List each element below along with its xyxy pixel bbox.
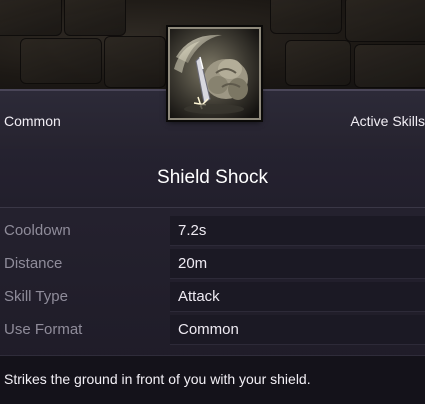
stat-label: Cooldown xyxy=(4,222,71,239)
stat-value-cell: 20m xyxy=(170,249,425,279)
stat-label: Distance xyxy=(4,255,63,272)
stat-value-cell: 7.2s xyxy=(170,216,425,246)
stat-value: 7.2s xyxy=(178,222,207,239)
stat-row-cooldown: Cooldown 7.2s xyxy=(0,214,425,247)
skill-stats-table: Cooldown 7.2s Distance 20m Skill Type At… xyxy=(0,214,425,346)
stat-row-distance: Distance 20m xyxy=(0,247,425,280)
skill-tooltip-panel: Common Active Skills Shield Shock Cooldo… xyxy=(0,89,425,404)
skill-name: Shield Shock xyxy=(0,149,425,208)
stat-row-use-format: Use Format Common xyxy=(0,313,425,346)
skill-description-text: Strikes the ground in front of you with … xyxy=(4,371,311,387)
stat-label: Use Format xyxy=(4,321,83,338)
category-label: Active Skills xyxy=(350,113,425,129)
rarity-label: Common xyxy=(4,113,61,129)
stat-value-cell: Common xyxy=(170,315,425,345)
shield-shock-skill-icon xyxy=(170,29,259,118)
stat-value: Attack xyxy=(178,288,220,305)
stat-value: Common xyxy=(178,321,239,338)
stat-value: 20m xyxy=(178,255,208,272)
stat-label: Skill Type xyxy=(4,288,68,305)
stat-row-skill-type: Skill Type Attack xyxy=(0,280,425,313)
skill-icon-frame xyxy=(168,27,261,120)
stat-value-cell: Attack xyxy=(170,282,425,312)
skill-description: Strikes the ground in front of you with … xyxy=(0,355,425,404)
